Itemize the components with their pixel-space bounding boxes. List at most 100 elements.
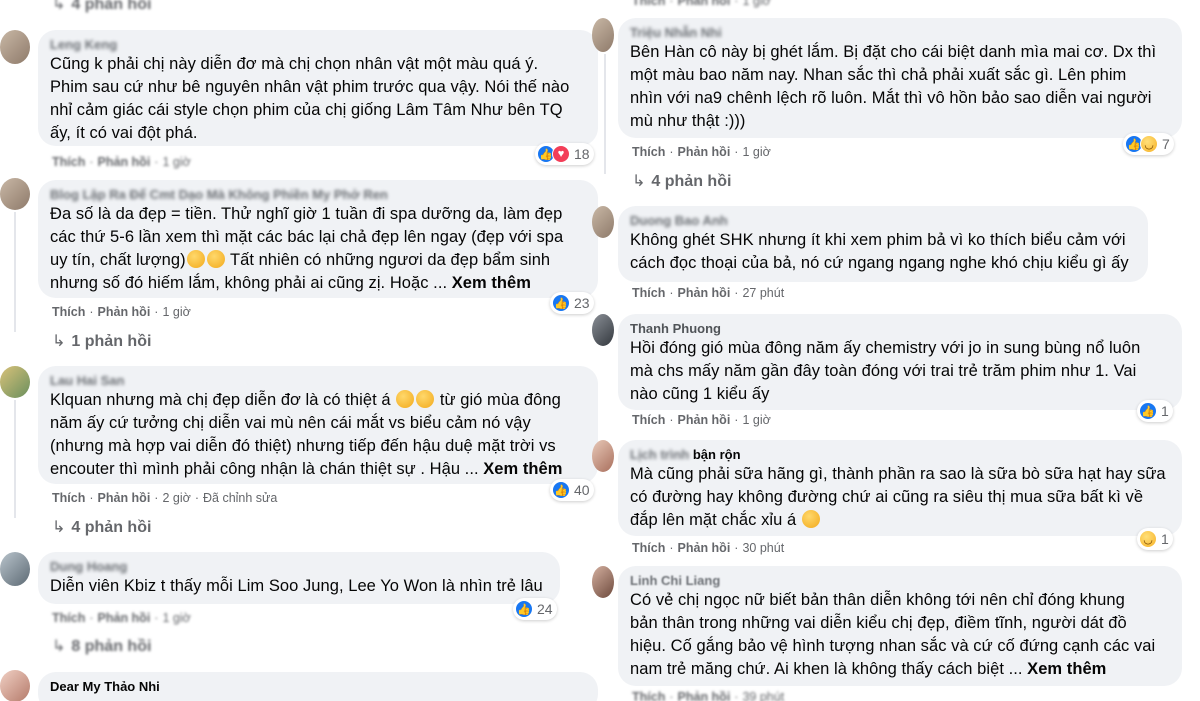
comment-author[interactable]: Lau Hai San (50, 372, 586, 389)
like-button[interactable]: Thích (632, 0, 665, 8)
reaction-count: 24 (537, 601, 553, 617)
reply-button[interactable]: Phản hồi (678, 413, 731, 427)
comment-actions: Thích · Phản hồi · 27 phút (632, 286, 785, 300)
see-more-link[interactable]: Xem thêm (483, 460, 562, 478)
reaction-count: 18 (574, 146, 590, 162)
like-button[interactable]: Thích (632, 145, 665, 159)
comment-bubble: Linh Chi Liang Có vẻ chị ngọc nữ biết bả… (618, 566, 1182, 686)
left-comments-column: ↳ 4 phản hồi Leng Keng Cũng k phải chị nà… (0, 0, 600, 701)
avatar[interactable] (592, 206, 614, 238)
reply-button[interactable]: Phản hồi (98, 305, 151, 319)
view-replies-link[interactable]: ↳ 4 phản hồi (52, 517, 151, 537)
reply-button[interactable]: Phản hồi (678, 286, 731, 300)
comment-time[interactable]: 1 giờ (742, 0, 770, 8)
comment-bubble: Lịch trình bận rộn Mà cũng phải sữa hãng… (618, 440, 1182, 536)
reply-button[interactable]: Phản hồi (98, 611, 151, 625)
comment-author[interactable]: Lịch trình bận rộn (630, 446, 1170, 463)
comment-author[interactable]: Thanh Phuong (630, 320, 1170, 337)
comment-author[interactable]: Triệu Nhẫn Nhi (630, 24, 1170, 41)
reply-button[interactable]: Phản hồi (678, 690, 731, 701)
avatar[interactable] (592, 18, 614, 52)
like-reaction-icon: 👍 (1139, 402, 1157, 420)
comment-actions: Thích · Phản hồi · 1 giờ (632, 413, 771, 427)
avatar[interactable] (0, 366, 30, 398)
haha-reaction-icon: ◡ (1139, 530, 1157, 548)
comment-text: Cũng k phải chị này diễn đơ mà chị chọn … (50, 55, 570, 142)
comment-text: Hồi đóng gió mùa đông năm ấy chemistry v… (630, 339, 1141, 403)
comment-text: Bên Hàn cô này bị ghét lắm. Bị đặt cho c… (630, 43, 1157, 130)
comment-bubble: Dung Hoang Diễn viên Kbiz t thấy mỗi Lim… (38, 552, 560, 604)
reply-button[interactable]: Phản hồi (678, 541, 731, 555)
comment-time[interactable]: 39 phút (742, 690, 784, 701)
see-more-link[interactable]: Xem thêm (452, 274, 531, 292)
comment-author[interactable]: Duong Bao Anh (630, 212, 1136, 229)
reaction-summary[interactable]: 👍 1 (1137, 400, 1173, 422)
comment-time[interactable]: 1 giờ (162, 155, 190, 169)
avatar[interactable] (592, 440, 614, 472)
comment-time[interactable]: 27 phút (742, 286, 784, 300)
comment-text: Diễn viên Kbiz t thấy mỗi Lim Soo Jung, … (50, 577, 543, 595)
reply-button[interactable]: Phản hồi (98, 155, 151, 169)
haha-reaction-icon: ◡ (1140, 135, 1158, 153)
avatar[interactable] (0, 670, 30, 701)
comment-actions: Thích · Phản hồi · 1 giờ (52, 305, 191, 319)
comment-time[interactable]: 2 giờ (162, 491, 190, 505)
reaction-summary[interactable]: 👍 23 (550, 292, 594, 314)
reaction-summary[interactable]: 👍 40 (550, 479, 594, 501)
reaction-count: 23 (574, 295, 590, 311)
like-button[interactable]: Thích (52, 491, 85, 505)
view-replies-link[interactable]: ↳ 8 phản hồi (52, 636, 151, 656)
like-reaction-icon: 👍 (552, 481, 570, 499)
comment-bubble: Leng Keng Cũng k phải chị này diễn đơ mà… (38, 30, 598, 146)
comment-text: Đa số là da đẹp = tiền. Thử nghĩ giờ 1 t… (50, 205, 564, 292)
like-reaction-icon: 👍 (515, 600, 533, 618)
comment-actions: Thích · Phản hồi · 39 phút (632, 690, 784, 701)
reaction-summary[interactable]: 👍 ◡ 7 (1123, 133, 1174, 155)
see-more-link[interactable]: Xem thêm (1027, 660, 1106, 678)
reply-arrow-icon: ↳ (52, 0, 66, 13)
reply-arrow-icon: ↳ (52, 333, 66, 350)
like-button[interactable]: Thích (52, 305, 85, 319)
comment-time[interactable]: 1 giờ (742, 145, 770, 159)
comment-text: Klquan nhưng mà chị đẹp diễn đơ là có th… (50, 390, 563, 478)
avatar[interactable] (592, 566, 614, 598)
view-replies-link[interactable]: ↳ 4 phản hồi (52, 0, 151, 14)
avatar[interactable] (0, 30, 30, 64)
like-button[interactable]: Thích (632, 690, 665, 701)
like-button[interactable]: Thích (632, 541, 665, 555)
comment-author[interactable]: Blog Lập Ra Để Cmt Dạo Mà Không Phiền My… (50, 186, 586, 203)
edited-label: Đã chỉnh sửa (203, 491, 278, 505)
like-button[interactable]: Thích (632, 413, 665, 427)
comment-bubble: Lau Hai San Klquan nhưng mà chị đẹp diễn… (38, 366, 598, 484)
comment-text: Mà cũng phải sữa hãng gì, thành phần ra … (630, 465, 1166, 529)
comment-author[interactable]: Dung Hoang (50, 558, 548, 575)
comment-actions: Thích · Phản hồi · 1 giờ (632, 145, 771, 159)
comment-time[interactable]: 1 giờ (742, 413, 770, 427)
reply-button[interactable]: Phản hồi (678, 0, 731, 8)
reaction-summary[interactable]: 👍 24 (513, 598, 557, 620)
comment-time[interactable]: 30 phút (742, 541, 784, 555)
comment-bubble: Triệu Nhẫn Nhi Bên Hàn cô này bị ghét lắ… (618, 18, 1182, 138)
comment-author[interactable]: Leng Keng (50, 36, 586, 53)
comment-bubble: Duong Bao Anh Không ghét SHK nhưng ít kh… (618, 206, 1148, 282)
comment-text: Có vẻ chị ngọc nữ biết bản thân diễn khô… (630, 591, 1156, 678)
reaction-count: 7 (1162, 136, 1170, 152)
like-button[interactable]: Thích (52, 155, 85, 169)
avatar[interactable] (592, 314, 614, 346)
author-suffix: bận rộn (692, 447, 741, 462)
avatar[interactable] (0, 178, 30, 210)
view-replies-link[interactable]: ↳ 1 phản hồi (52, 331, 151, 351)
reaction-summary[interactable]: 👍 ♥ 18 (535, 143, 594, 165)
reaction-summary[interactable]: ◡ 1 (1137, 528, 1173, 550)
reply-button[interactable]: Phản hồi (678, 145, 731, 159)
like-button[interactable]: Thích (52, 611, 85, 625)
comment-author[interactable]: Linh Chi Liang (630, 572, 1170, 589)
comment-author[interactable]: Dear My Thảo Nhi (50, 678, 586, 695)
avatar[interactable] (0, 552, 30, 586)
view-replies-link[interactable]: ↳ 4 phản hồi (632, 171, 731, 191)
reply-button[interactable]: Phản hồi (98, 491, 151, 505)
comment-time[interactable]: 1 giờ (162, 305, 190, 319)
comment-time[interactable]: 1 giờ (162, 611, 190, 625)
like-button[interactable]: Thích (632, 286, 665, 300)
laughing-emoji-icon (186, 250, 205, 268)
